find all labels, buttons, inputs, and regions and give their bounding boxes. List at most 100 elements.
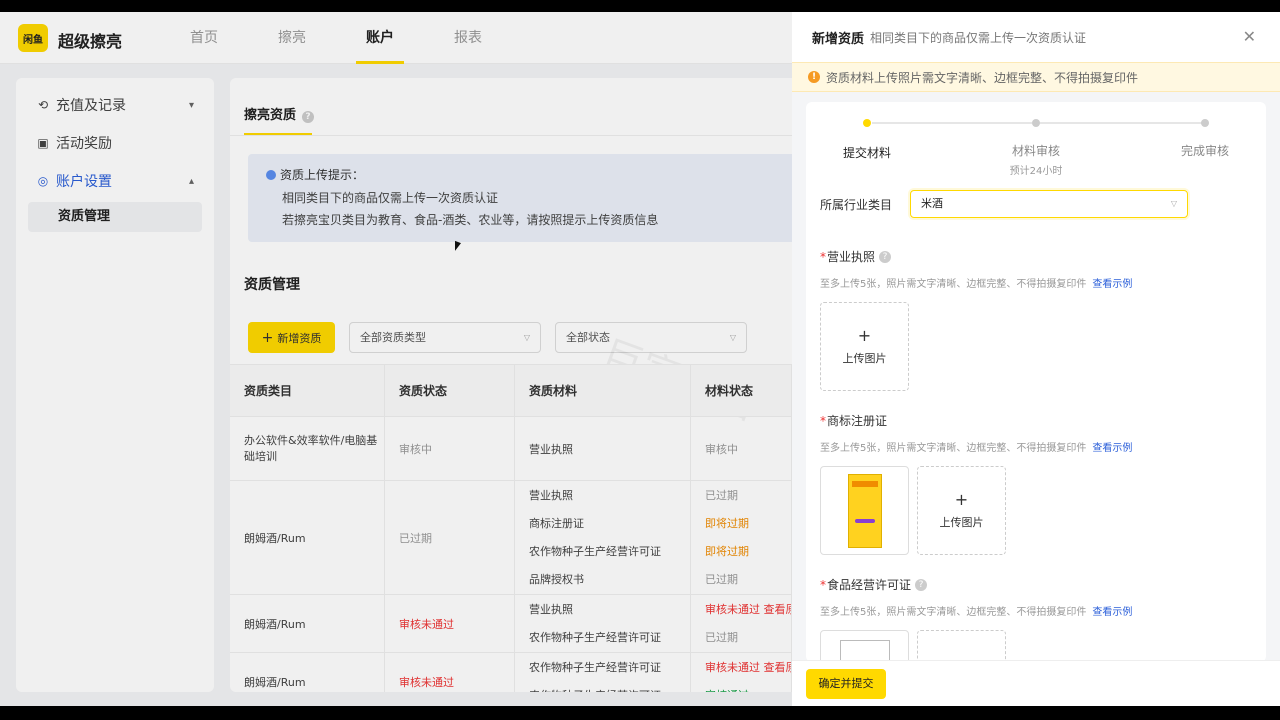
sidebar-item-rewards[interactable]: ▣ 活动奖励 — [16, 124, 214, 162]
type-filter-value: 全部资质类型 — [360, 331, 426, 344]
cell-status: 审核未通过 — [385, 595, 515, 652]
type-filter-select[interactable]: 全部资质类型 ▽ — [349, 322, 541, 353]
tab-divider — [230, 135, 792, 136]
status-filter-select[interactable]: 全部状态 ▽ — [555, 322, 747, 353]
view-reason-link[interactable]: 审核未通过 查看原 — [705, 596, 791, 624]
step-dot-complete — [1201, 119, 1209, 127]
field-title-text: 商标注册证 — [827, 414, 888, 428]
table-row: 朗姆酒/Rum 审核未通过 营业执照 农作物种子生产经营许可证 审核未通过 查看… — [230, 595, 792, 653]
field-title-text: 食品经营许可证 — [827, 578, 912, 592]
sidebar-item-label: 账户设置 — [56, 174, 112, 190]
view-reason-link[interactable]: 审核未通过 查看原 — [705, 654, 791, 682]
sidebar-item-recharge[interactable]: ⟲ 充值及记录 ▾ — [16, 86, 214, 124]
sidebar: ⟲ 充值及记录 ▾ ▣ 活动奖励 ◎ 账户设置 ▴ 资质管理 — [16, 78, 214, 692]
mouse-cursor-icon — [455, 240, 461, 254]
settings-icon: ◎ — [37, 174, 49, 188]
chevron-up-icon: ▴ — [188, 175, 194, 187]
top-header: 闲鱼 超级擦亮 首页 擦亮 账户 报表 — [0, 12, 792, 64]
view-example-link[interactable]: 查看示例 — [1092, 443, 1132, 454]
section-title: 资质管理 — [244, 277, 300, 293]
chevron-down-icon: ▽ — [523, 333, 530, 342]
gift-icon: ▣ — [37, 136, 49, 150]
table-header: 资质类目 资质状态 资质材料 材料状态 — [230, 365, 792, 417]
upload-image-button[interactable]: + 上传图片 — [820, 302, 909, 391]
cell-material-state: 审核中 — [691, 417, 792, 480]
step-label-review: 材料审核 — [1011, 144, 1060, 158]
nav-polish[interactable]: 擦亮 — [248, 12, 336, 64]
tab-polish-qualification[interactable]: 擦亮资质? — [244, 104, 315, 123]
field-hint-text: 至多上传5张，照片需文字清晰、边框完整、不得拍摄复印件 — [820, 443, 1087, 454]
cell-material-state: 审核未通过 查看原 审核通过 — [691, 653, 792, 692]
upload-image-button[interactable]: + 上传图片 — [917, 466, 1006, 555]
brand-title: 超级擦亮 — [58, 32, 123, 51]
step-note-review: 预计24小时 — [1009, 166, 1063, 177]
close-icon[interactable]: ✕ — [1243, 27, 1256, 46]
drawer-header: 新增资质 相同类目下的商品仅需上传一次资质认证 ✕ — [792, 12, 1280, 62]
nav-home[interactable]: 首页 — [160, 12, 248, 64]
uploaded-image-thumbnail[interactable] — [820, 466, 909, 555]
field-title-text: 营业执照 — [827, 250, 876, 264]
sidebar-item-account-settings[interactable]: ◎ 账户设置 ▴ — [16, 162, 214, 200]
confirm-submit-button[interactable]: 确定并提交 — [806, 669, 886, 699]
column-header: 资质类目 — [230, 365, 385, 416]
nav-report[interactable]: 报表 — [424, 12, 512, 64]
chevron-down-icon: ▽ — [729, 333, 736, 342]
step-connector — [1040, 122, 1204, 124]
tab-label: 擦亮资质 — [244, 108, 297, 123]
upload-image-button[interactable]: + — [917, 630, 1006, 662]
plus-icon: + — [857, 325, 872, 345]
field-hint: 至多上传5张，照片需文字清晰、边框完整、不得拍摄复印件 查看示例 — [820, 439, 1132, 454]
warning-icon: ! — [808, 71, 820, 83]
status-filter-value: 全部状态 — [566, 331, 610, 344]
field-title: * 商标注册证 — [820, 412, 1132, 429]
upload-list: + 上传图片 — [820, 302, 1132, 391]
sidebar-item-label: 活动奖励 — [56, 136, 112, 152]
cell-status: 审核未通过 — [385, 653, 515, 692]
industry-value: 米酒 — [921, 197, 943, 210]
cell-category: 朗姆酒/Rum — [230, 595, 385, 652]
qualification-form: 提交材料 材料审核 预计24小时 完成审核 所属行业类目 米酒 ▽ * 营业执照… — [806, 102, 1266, 662]
step-dot-submit — [863, 119, 871, 127]
step-label-complete: 完成审核 — [1180, 144, 1229, 158]
refresh-icon: ⟲ — [37, 98, 49, 112]
progress-steps: 提交材料 材料审核 预计24小时 完成审核 — [806, 116, 1266, 177]
table-row: 朗姆酒/Rum 已过期 营业执照 商标注册证 农作物种子生产经营许可证 品牌授权… — [230, 481, 792, 595]
help-icon[interactable]: ? — [302, 111, 315, 123]
help-icon[interactable]: ? — [879, 250, 892, 263]
cell-materials: 农作物种子生产经营许可证 农作物种子生产经营许可证 — [515, 653, 691, 692]
field-trademark: * 商标注册证 至多上传5张，照片需文字清晰、边框完整、不得拍摄复印件 查看示例 … — [820, 412, 1132, 555]
chevron-down-icon: ▽ — [1170, 199, 1177, 208]
cell-materials: 营业执照 — [515, 417, 691, 480]
certificate-image — [839, 639, 890, 662]
column-header: 资质材料 — [515, 365, 691, 416]
column-header: 材料状态 — [691, 365, 792, 416]
drawer-subtitle: 相同类目下的商品仅需上传一次资质认证 — [870, 30, 1087, 45]
add-qualification-button[interactable]: + 新增资质 — [248, 322, 335, 353]
industry-row: 所属行业类目 米酒 ▽ — [820, 190, 1188, 218]
plus-icon: + — [261, 329, 274, 346]
uploaded-image-thumbnail[interactable] — [820, 630, 909, 662]
table-row: 朗姆酒/Rum 审核未通过 农作物种子生产经营许可证 农作物种子生产经营许可证 … — [230, 653, 792, 692]
cell-materials: 营业执照 商标注册证 农作物种子生产经营许可证 品牌授权书 — [515, 481, 691, 594]
table-row: 办公软件&效率软件/电脑基础培训 审核中 营业执照 审核中 — [230, 417, 792, 481]
field-hint-text: 至多上传5张，照片需文字清晰、边框完整、不得拍摄复印件 — [820, 607, 1087, 618]
view-example-link[interactable]: 查看示例 — [1092, 607, 1132, 618]
sidebar-subitem-qualification[interactable]: 资质管理 — [28, 202, 202, 232]
field-hint-text: 至多上传5张，照片需文字清晰、边框完整、不得拍摄复印件 — [820, 279, 1087, 290]
step-dot-review — [1032, 119, 1040, 127]
drawer-title: 新增资质 — [812, 31, 865, 47]
info-icon — [266, 169, 276, 180]
warning-text: 资质材料上传照片需文字清晰、边框完整、不得拍摄复印件 — [826, 70, 1139, 85]
view-example-link[interactable]: 查看示例 — [1092, 279, 1132, 290]
sidebar-item-label: 充值及记录 — [56, 98, 126, 114]
field-title: * 食品经营许可证 ? — [820, 576, 1132, 593]
tip-title: 资质上传提示： — [266, 166, 790, 183]
tip-line-1: 相同类目下的商品仅需上传一次资质认证 — [282, 191, 499, 205]
help-icon[interactable]: ? — [915, 578, 928, 591]
cell-material-state: 审核未通过 查看原 已过期 — [691, 595, 792, 652]
nav-account[interactable]: 账户 — [336, 12, 424, 64]
cell-category: 办公软件&效率软件/电脑基础培训 — [230, 417, 385, 480]
tip-line-2: 若擦亮宝贝类目为教育、食品-酒类、农业等，请按照提示上传资质信息 — [282, 213, 659, 227]
industry-select[interactable]: 米酒 ▽ — [910, 190, 1188, 218]
required-mark: * — [820, 249, 826, 264]
